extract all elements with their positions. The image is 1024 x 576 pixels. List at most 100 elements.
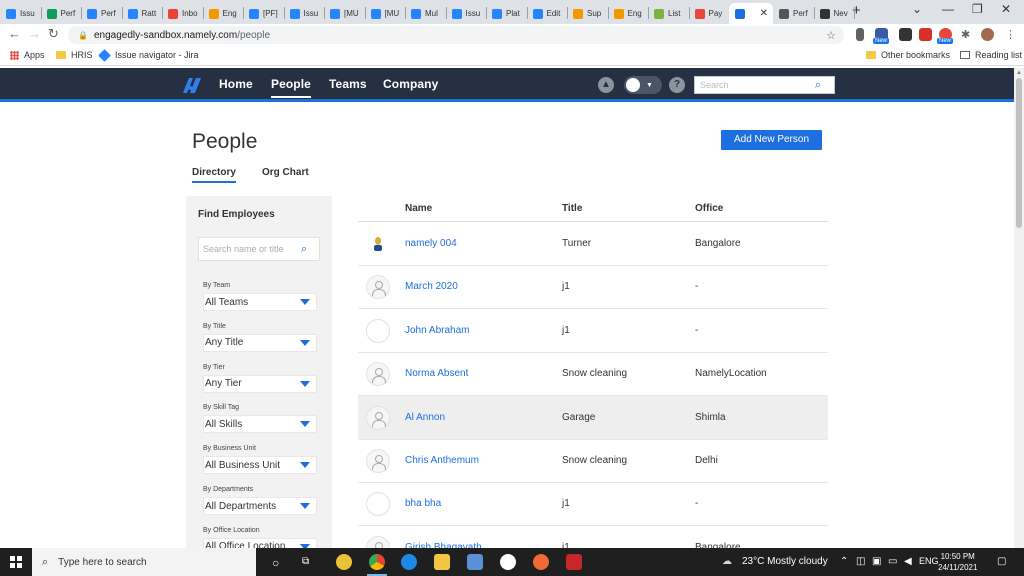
tray-icon[interactable]: ◫ xyxy=(856,556,865,567)
table-row[interactable]: Al Annon Garage Shimla xyxy=(358,395,828,440)
browser-tab[interactable]: Ratt xyxy=(122,3,163,24)
notification-icon[interactable]: ▢ xyxy=(997,556,1006,567)
chevron-up-icon[interactable]: ⌃ xyxy=(840,556,848,567)
browser-tab[interactable]: Perf xyxy=(81,3,122,24)
pen-extension-icon[interactable] xyxy=(856,28,864,41)
avatar[interactable] xyxy=(366,318,390,343)
help-icon[interactable]: ? xyxy=(669,77,685,93)
search-icon[interactable]: ⌕ xyxy=(815,79,821,92)
task-view-icon[interactable]: ⧉ xyxy=(302,556,309,567)
browser-tab[interactable]: Perf xyxy=(41,3,82,24)
table-row[interactable]: John Abraham j1 - xyxy=(358,309,828,353)
nav-people[interactable]: People xyxy=(271,77,311,98)
bookmark-hris[interactable]: HRIS xyxy=(56,50,93,60)
browser-tab[interactable]: Pay xyxy=(689,3,730,24)
employee-name-link[interactable]: namely 004 xyxy=(405,238,457,249)
extension-icon[interactable] xyxy=(919,28,932,41)
nav-home[interactable]: Home xyxy=(219,77,253,91)
browser-tab[interactable]: Edit xyxy=(527,3,568,24)
taskbar-search[interactable]: ⌕ Type here to search xyxy=(32,548,256,576)
slack-icon[interactable] xyxy=(500,554,516,570)
app-icon[interactable] xyxy=(467,554,483,570)
table-row[interactable]: Chris Anthemum Snow cleaning Delhi xyxy=(358,439,828,483)
back-icon[interactable]: ← xyxy=(8,26,21,41)
filter-select[interactable]: Any Tier xyxy=(203,374,317,393)
postman-icon[interactable] xyxy=(533,554,549,570)
browser-tab[interactable]: [MU xyxy=(365,3,406,24)
global-search-input[interactable] xyxy=(695,77,815,93)
browser-tab[interactable]: Nev xyxy=(814,3,855,24)
language-indicator[interactable]: ENG xyxy=(919,556,939,566)
employee-search[interactable]: ⌕ xyxy=(198,237,320,261)
app-icon[interactable] xyxy=(336,554,352,570)
scrollbar-thumb[interactable] xyxy=(1016,78,1022,228)
namely-logo-icon[interactable] xyxy=(180,75,204,95)
employee-search-input[interactable] xyxy=(199,244,299,254)
avatar[interactable] xyxy=(366,405,390,430)
bell-icon[interactable]: ▲ xyxy=(598,77,614,93)
browser-tab[interactable]: Perf xyxy=(773,3,814,24)
avatar[interactable] xyxy=(366,449,390,473)
browser-tab[interactable]: Issu xyxy=(446,3,487,24)
avatar[interactable] xyxy=(366,275,390,300)
browser-tab[interactable]: Issu xyxy=(284,3,325,24)
employee-name-link[interactable]: John Abraham xyxy=(405,325,470,336)
tray-icon[interactable]: ▣ xyxy=(872,556,881,567)
filter-select[interactable]: All Business Unit xyxy=(203,456,317,475)
weather-icon[interactable]: ☁ xyxy=(722,556,732,567)
scroll-up-icon[interactable]: ▲ xyxy=(1016,70,1022,76)
page-scrollbar[interactable]: ▲ xyxy=(1014,68,1024,548)
browser-tab[interactable]: Inbo xyxy=(162,3,203,24)
bookmark-jira[interactable]: Issue navigator - Jira xyxy=(98,48,199,62)
reload-icon[interactable]: ↻ xyxy=(48,26,59,42)
cortana-icon[interactable]: ○ xyxy=(272,556,279,570)
browser-tab[interactable]: List xyxy=(648,3,689,24)
browser-tab[interactable]: [MU xyxy=(324,3,365,24)
employee-name-link[interactable]: Chris Anthemum xyxy=(405,455,479,466)
weather-text[interactable]: 23°C Mostly cloudy xyxy=(742,556,828,567)
table-row[interactable]: namely 004 Turner Bangalore xyxy=(358,222,828,266)
browser-tab[interactable]: Mul xyxy=(405,3,446,24)
browser-tab[interactable]: Eng xyxy=(608,3,649,24)
windows-start-icon[interactable] xyxy=(10,556,22,568)
browser-tab[interactable]: Eng xyxy=(203,3,244,24)
chrome-icon[interactable] xyxy=(369,554,385,570)
filter-select[interactable]: Any Title xyxy=(203,333,317,352)
browser-tab[interactable]: [PF] xyxy=(243,3,284,24)
maximize-button[interactable]: ❐ xyxy=(972,2,983,16)
profile-avatar[interactable] xyxy=(981,28,994,41)
browser-tab[interactable]: Issu xyxy=(0,3,41,24)
url-bar[interactable]: 🔒 engagedly-sandbox.namely.com/people ☆ xyxy=(68,26,844,44)
tab-directory[interactable]: Directory xyxy=(192,167,236,183)
puzzle-extensions-icon[interactable]: ✱ xyxy=(961,28,974,41)
employee-name-link[interactable]: Al Annon xyxy=(405,412,445,423)
browser-tab[interactable]: Sup xyxy=(567,3,608,24)
extension-icon[interactable] xyxy=(899,28,912,41)
clock[interactable]: 10:50 PM 24/11/2021 xyxy=(938,551,977,573)
table-row[interactable]: March 2020 j1 - xyxy=(358,265,828,310)
nav-teams[interactable]: Teams xyxy=(329,77,367,91)
bookmark-apps[interactable]: Apps xyxy=(10,50,45,60)
close-window-button[interactable]: ✕ xyxy=(1001,2,1011,16)
file-explorer-icon[interactable] xyxy=(434,554,450,570)
reading-list[interactable]: Reading list xyxy=(960,50,1022,60)
edge-icon[interactable] xyxy=(401,554,417,570)
table-row[interactable]: bha bha j1 - xyxy=(358,482,828,527)
global-search[interactable]: ⌕ xyxy=(694,76,835,94)
browser-tab[interactable]: ✕ xyxy=(729,3,773,24)
other-bookmarks[interactable]: Other bookmarks xyxy=(866,50,950,60)
employee-name-link[interactable]: bha bha xyxy=(405,498,441,509)
filter-select[interactable]: All Teams xyxy=(203,293,317,311)
add-new-person-button[interactable]: Add New Person xyxy=(721,130,822,150)
filezilla-icon[interactable] xyxy=(566,554,582,570)
table-row[interactable]: Norma Absent Snow cleaning NamelyLocation xyxy=(358,352,828,397)
avatar[interactable] xyxy=(366,492,390,517)
window-dropdown-icon[interactable]: ⌄ xyxy=(912,2,922,16)
network-icon[interactable]: ▭ xyxy=(888,556,897,567)
bookmark-star-icon[interactable]: ☆ xyxy=(826,29,836,42)
user-menu[interactable]: ▼ xyxy=(624,76,662,94)
nav-company[interactable]: Company xyxy=(383,77,438,91)
avatar[interactable] xyxy=(366,362,390,387)
filter-select[interactable]: All Skills xyxy=(203,415,317,434)
employee-name-link[interactable]: March 2020 xyxy=(405,281,458,292)
